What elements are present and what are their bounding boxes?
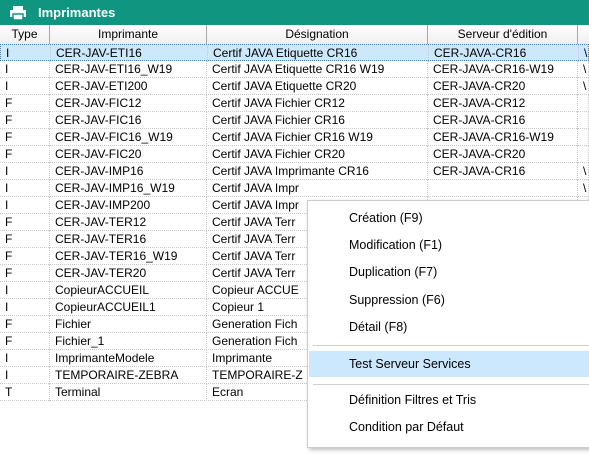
table-cell: CER-JAVA-CR16-W19 xyxy=(428,61,578,78)
table-cell xyxy=(578,112,589,129)
table-cell: CER-JAV-TER20 xyxy=(50,265,207,282)
table-cell: Certif JAVA Etiquette CR16 W19 xyxy=(207,61,428,78)
table-cell: F xyxy=(0,95,50,112)
table-cell: F xyxy=(0,214,50,231)
table-row[interactable]: F CER-JAV-FIC16 Certif JAVA Fichier CR16 CE… xyxy=(0,112,589,129)
table-cell: CER-JAV-TER16 xyxy=(50,231,207,248)
table-cell: CER-JAV-IMP16 xyxy=(50,163,207,180)
table-row[interactable]: F CER-JAV-FIC12 Certif JAVA Fichier CR12 CE… xyxy=(0,95,589,112)
table-header: Type Imprimante Désignation Serveur d'éd… xyxy=(0,25,589,45)
table-cell xyxy=(578,146,589,163)
table-cell: \ xyxy=(578,163,589,180)
table-cell: CER-JAV-ETI16 xyxy=(51,45,208,62)
table-cell: CER-JAV-IMP200 xyxy=(50,197,207,214)
menu-separator xyxy=(313,345,589,346)
table-cell: CER-JAVA-CR16 xyxy=(428,112,578,129)
menu-item-detail[interactable]: Détail (F8) xyxy=(309,314,589,340)
table-cell: Fichier_1 xyxy=(50,333,207,350)
table-row[interactable]: F CER-JAV-FIC16_W19 Certif JAVA Fichier CR… xyxy=(0,129,589,146)
table-cell: CER-JAVA-CR12 xyxy=(428,95,578,112)
table-cell: TEMPORAIRE-ZEBRA xyxy=(50,367,207,384)
table-cell: Certif JAVA Etiquette CR16 xyxy=(208,45,429,62)
table-cell: F xyxy=(0,231,50,248)
table-cell: \ xyxy=(578,180,589,197)
table-cell: Certif JAVA Fichier CR12 xyxy=(207,95,428,112)
printer-icon xyxy=(10,5,26,20)
table-cell: CER-JAV-ETI16_W19 xyxy=(50,61,207,78)
column-header-server[interactable]: Serveur d'édition xyxy=(428,25,578,44)
table-row[interactable]: I CER-JAV-ETI16 Certif JAVA Etiquette CR16… xyxy=(0,44,589,62)
menu-separator xyxy=(313,384,589,385)
table-cell: CER-JAV-IMP16_W19 xyxy=(50,180,207,197)
table-cell: Certif JAVA Fichier CR16 xyxy=(207,112,428,129)
menu-item-creation[interactable]: Création (F9) xyxy=(309,205,589,231)
table-row[interactable]: I CER-JAV-IMP16_W19 Certif JAVA Impr \ xyxy=(0,180,589,197)
column-header-designation[interactable]: Désignation xyxy=(207,25,428,44)
table-cell: Certif JAVA Imprimante CR16 xyxy=(207,163,428,180)
column-header-extra[interactable] xyxy=(578,25,589,44)
table-cell: Certif JAVA Etiquette CR20 xyxy=(207,78,428,95)
menu-item-test-serveur-services[interactable]: Test Serveur Services xyxy=(309,351,589,377)
table-cell: F xyxy=(0,112,50,129)
table-cell: CopieurACCUEIL1 xyxy=(50,299,207,316)
table-cell: \ xyxy=(578,78,589,95)
table-cell: F xyxy=(0,333,50,350)
table-cell: I xyxy=(0,197,50,214)
column-header-type[interactable]: Type xyxy=(0,25,50,44)
window-title: Imprimantes xyxy=(38,5,116,20)
table-cell: CER-JAV-FIC12 xyxy=(50,95,207,112)
table-row[interactable]: I CER-JAV-ETI200 Certif JAVA Etiquette CR2… xyxy=(0,78,589,95)
menu-item-definition-filtres-tris[interactable]: Définition Filtres et Tris xyxy=(309,387,589,413)
table-cell xyxy=(578,95,589,112)
table-cell xyxy=(428,180,578,197)
table-cell: CER-JAV-TER12 xyxy=(50,214,207,231)
table-cell: CER-JAVA-CR16 xyxy=(429,45,579,62)
table-cell xyxy=(578,129,589,146)
table-cell: F xyxy=(0,316,50,333)
table-cell: I xyxy=(1,45,51,62)
table-row[interactable]: I CER-JAV-ETI16_W19 Certif JAVA Etiquette … xyxy=(0,61,589,78)
table-cell: F xyxy=(0,146,50,163)
table-cell: I xyxy=(0,367,50,384)
table-cell: CER-JAVA-CR16-W19 xyxy=(428,129,578,146)
table-cell: I xyxy=(0,61,50,78)
table-cell: \ xyxy=(579,45,589,62)
menu-item-condition-par-defaut[interactable]: Condition par Défaut xyxy=(309,414,589,440)
column-header-printer[interactable]: Imprimante xyxy=(50,25,207,44)
table-cell: \ xyxy=(578,61,589,78)
table-cell: T xyxy=(0,384,50,401)
table-cell: F xyxy=(0,129,50,146)
table-cell: CER-JAV-ETI200 xyxy=(50,78,207,95)
table-cell: CER-JAVA-CR16 xyxy=(428,163,578,180)
table-cell: CopieurACCUEIL xyxy=(50,282,207,299)
table-cell: F xyxy=(0,248,50,265)
table-cell: Terminal xyxy=(50,384,207,401)
table-row[interactable]: F CER-JAV-FIC20 Certif JAVA Fichier CR20 CE… xyxy=(0,146,589,163)
table-cell: Fichier xyxy=(50,316,207,333)
table-cell: ImprimanteModele xyxy=(50,350,207,367)
menu-item-modification[interactable]: Modification (F1) xyxy=(309,232,589,258)
table-cell: I xyxy=(0,180,50,197)
table-cell: CER-JAV-FIC16 xyxy=(50,112,207,129)
context-menu: Création (F9) Modification (F1) Duplicat… xyxy=(307,200,589,448)
table-cell: F xyxy=(0,265,50,282)
menu-item-suppression[interactable]: Suppression (F6) xyxy=(309,287,589,313)
window-titlebar: Imprimantes xyxy=(0,0,589,25)
table-cell: CER-JAV-TER16_W19 xyxy=(50,248,207,265)
table-cell: CER-JAV-FIC20 xyxy=(50,146,207,163)
table-cell: CER-JAVA-CR20 xyxy=(428,78,578,95)
table-cell: I xyxy=(0,299,50,316)
table-cell: CER-JAV-FIC16_W19 xyxy=(50,129,207,146)
table-cell: Certif JAVA Impr xyxy=(207,180,428,197)
table-cell: I xyxy=(0,163,50,180)
table-cell: I xyxy=(0,78,50,95)
table-cell: I xyxy=(0,350,50,367)
table-cell: Certif JAVA Fichier CR16 W19 xyxy=(207,129,428,146)
table-cell: I xyxy=(0,282,50,299)
table-cell: Certif JAVA Fichier CR20 xyxy=(207,146,428,163)
table-cell: CER-JAVA-CR20 xyxy=(428,146,578,163)
table-row[interactable]: I CER-JAV-IMP16 Certif JAVA Imprimante CR1… xyxy=(0,163,589,180)
menu-item-duplication[interactable]: Duplication (F7) xyxy=(309,259,589,285)
